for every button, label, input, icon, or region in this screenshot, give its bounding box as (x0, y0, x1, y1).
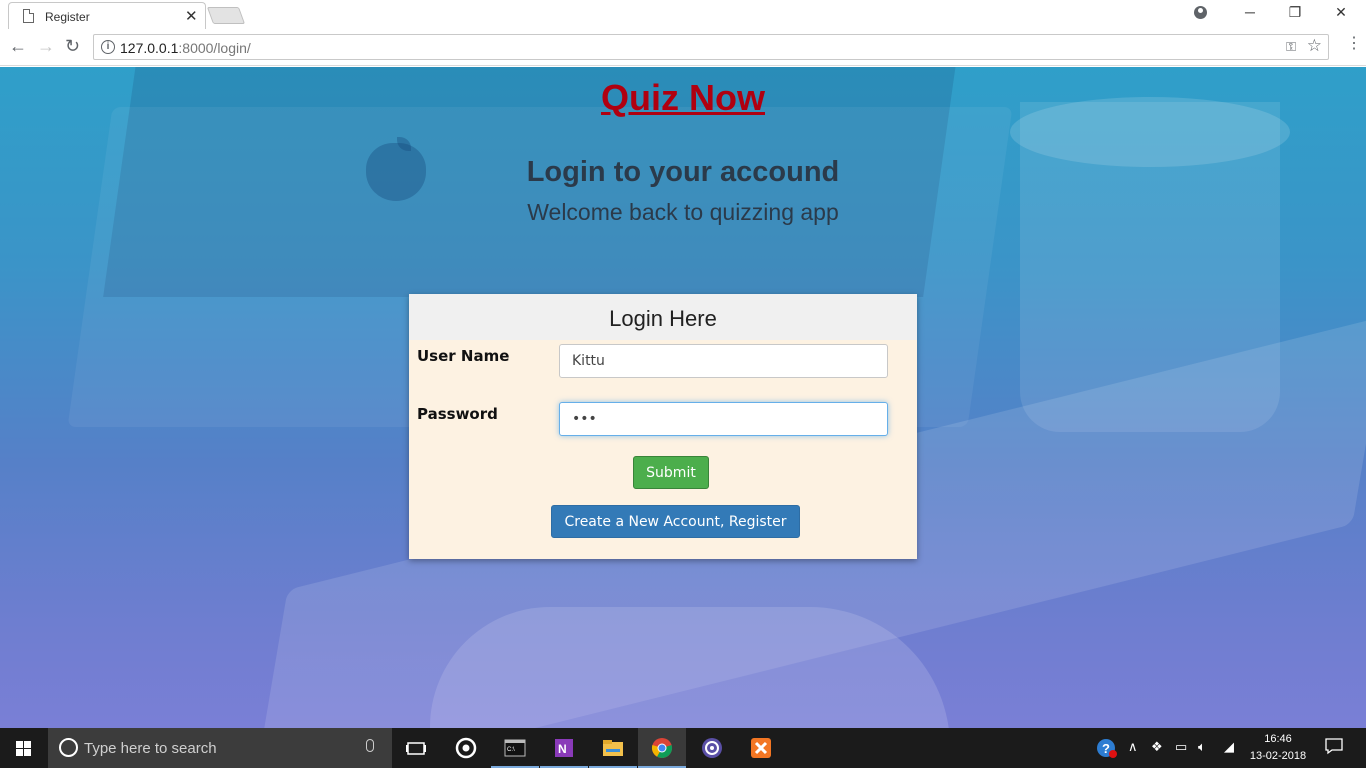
torrent-icon[interactable] (688, 728, 736, 768)
url-path: :8000/login/ (178, 40, 251, 56)
username-label: User Name (417, 347, 510, 365)
username-input[interactable] (559, 344, 888, 378)
site-title: Quiz Now (0, 77, 1366, 119)
background-cup (1020, 102, 1280, 432)
xampp-icon[interactable] (737, 728, 785, 768)
menu-icon[interactable]: ⋮ (1346, 36, 1362, 52)
address-bar[interactable]: i 127.0.0.1:8000/login/ ⚿ ☆ (93, 34, 1329, 60)
help-icon[interactable]: ? (1096, 737, 1118, 762)
clock-time[interactable]: 16:46 (1248, 733, 1308, 745)
command-prompt-icon[interactable]: C:\ (491, 728, 539, 768)
dropbox-icon[interactable]: ❖ (1151, 739, 1163, 755)
page-content: Quiz Now Login to your accound Welcome b… (0, 67, 1366, 728)
page-subheading: Welcome back to quizzing app (527, 199, 839, 225)
svg-text:N: N (558, 742, 567, 756)
restore-icon[interactable]: ❐ (1285, 4, 1305, 21)
browser-toolbar: ← → ↻ i 127.0.0.1:8000/login/ ⚿ ☆ ⋮ (0, 29, 1366, 66)
profile-icon[interactable] (1194, 6, 1207, 19)
app-circle-icon[interactable] (442, 728, 490, 768)
reload-icon[interactable]: ↻ (65, 37, 80, 55)
password-input[interactable] (559, 402, 888, 436)
chrome-icon[interactable] (638, 728, 686, 768)
minimize-icon[interactable]: ─ (1240, 4, 1260, 20)
submit-button[interactable]: Submit (633, 456, 709, 489)
apple-leaf-shape (397, 137, 411, 151)
onenote-icon[interactable]: N (540, 728, 588, 768)
close-window-icon[interactable]: ✕ (1331, 4, 1351, 21)
bookmark-star-icon[interactable]: ☆ (1307, 36, 1322, 56)
windows-logo-icon (16, 741, 32, 756)
panel-title: Login Here (409, 294, 917, 340)
browser-tabbar: Register ✕ ─ ❐ ✕ (0, 0, 1366, 29)
taskbar-search[interactable]: Type here to search (48, 728, 392, 768)
login-panel: Login Here User Name Password Submit Cre… (409, 294, 917, 559)
page-heading: Login to your accound (526, 156, 840, 188)
info-icon[interactable]: i (101, 40, 115, 54)
password-label: Password (417, 405, 498, 423)
clock-date[interactable]: 13-02-2018 (1245, 750, 1311, 762)
page-icon (23, 9, 34, 23)
file-explorer-icon[interactable] (589, 728, 637, 768)
taskbar: Type here to search C:\ N ? ∧ ❖ ▭ 🔈︎ ◢ 1… (0, 728, 1366, 768)
start-button[interactable] (0, 728, 48, 768)
tab-title: Register (45, 10, 90, 24)
key-icon[interactable]: ⚿ (1286, 39, 1296, 55)
svg-text:?: ? (1102, 741, 1110, 756)
wifi-icon[interactable]: ◢ (1224, 739, 1234, 755)
register-button[interactable]: Create a New Account, Register (551, 505, 800, 538)
close-tab-icon[interactable]: ✕ (185, 7, 198, 25)
browser-tab[interactable]: Register ✕ (8, 2, 206, 29)
task-view-icon[interactable] (392, 728, 440, 768)
battery-icon[interactable]: ▭ (1175, 739, 1187, 755)
background-hand (430, 607, 950, 728)
volume-muted-icon[interactable]: 🔈︎ (1198, 739, 1206, 755)
site-title-link[interactable]: Quiz Now (601, 77, 765, 118)
svg-text:C:\: C:\ (507, 747, 515, 753)
new-tab-button[interactable] (206, 7, 246, 24)
forward-icon[interactable]: → (37, 37, 55, 55)
back-icon[interactable]: ← (9, 37, 27, 55)
cortana-icon (59, 738, 78, 757)
url-text: 127.0.0.1:8000/login/ (120, 40, 251, 56)
microphone-icon[interactable] (366, 739, 374, 752)
chevron-up-icon[interactable]: ∧ (1128, 739, 1138, 755)
notification-icon[interactable] (1325, 737, 1343, 758)
url-host: 127.0.0.1 (120, 40, 179, 56)
search-placeholder: Type here to search (84, 740, 217, 757)
